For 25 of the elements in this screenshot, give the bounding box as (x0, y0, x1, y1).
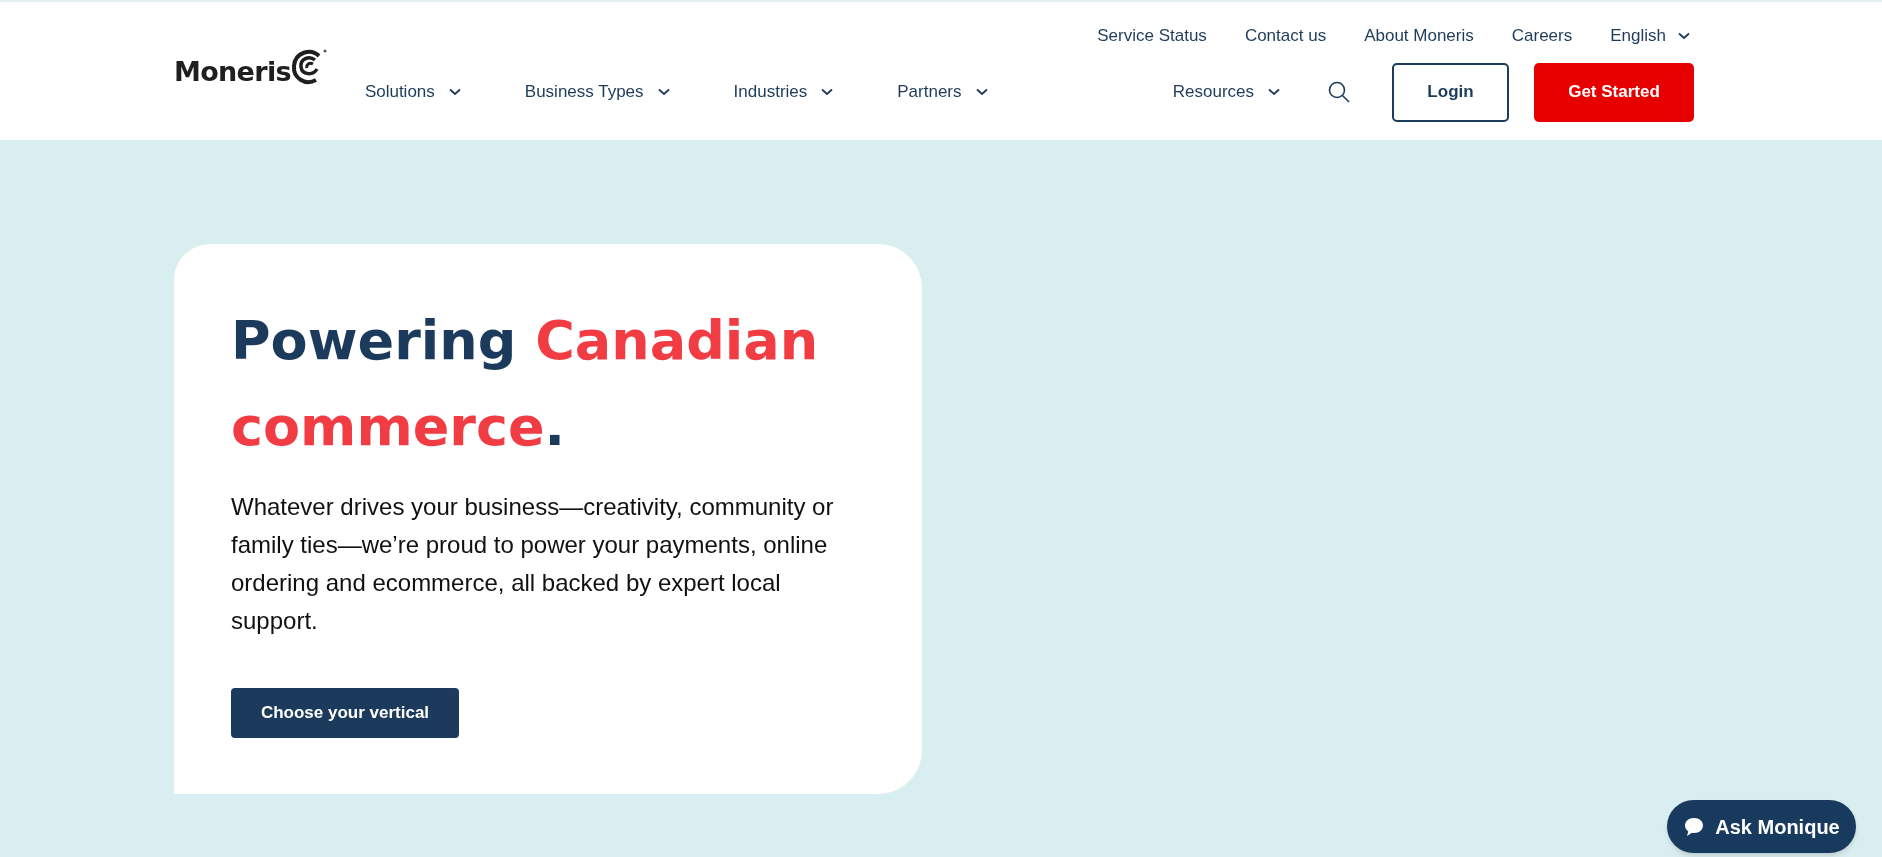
chat-button[interactable]: Ask Monique (1667, 800, 1856, 853)
utility-link[interactable]: Service Status (1097, 23, 1207, 49)
nav-menu-item[interactable]: Business Types (524, 79, 670, 105)
nav-menu-item[interactable]: Partners (897, 79, 988, 105)
hero-heading: Powering Canadian commerce. (231, 308, 820, 460)
chat-bubble-icon (1683, 815, 1706, 838)
moneris-logo[interactable]: Moneris (174, 46, 329, 85)
login-button[interactable]: Login (1392, 62, 1509, 122)
chevron-icon (975, 88, 988, 96)
utility-link[interactable]: Careers (1511, 23, 1573, 49)
chevron-icon (821, 88, 834, 96)
nav-menu-item[interactable]: Resources (1172, 79, 1280, 105)
nav-menu-item[interactable]: Solutions (364, 79, 461, 105)
hero-description: Whatever drives your business—creativity, community or family ties—we’re proud to power your payments, online ordering and ecommerce, all backed by expert local support. (231, 492, 835, 636)
choose-vertical-button[interactable]: Choose your vertical (231, 688, 459, 738)
chevron-icon (1268, 88, 1280, 96)
chevron-icon (448, 88, 461, 96)
chevron-icon (1678, 32, 1690, 40)
chevron-icon (657, 88, 670, 96)
utility-link[interactable]: Contact us (1244, 23, 1327, 49)
language-selector[interactable]: English (1610, 23, 1690, 49)
get-started-button[interactable]: Get Started (1534, 62, 1694, 122)
utility-link[interactable]: About Moneris (1364, 23, 1474, 49)
nav-menu-item[interactable]: Industries (733, 79, 834, 105)
search-icon[interactable] (1328, 81, 1350, 103)
